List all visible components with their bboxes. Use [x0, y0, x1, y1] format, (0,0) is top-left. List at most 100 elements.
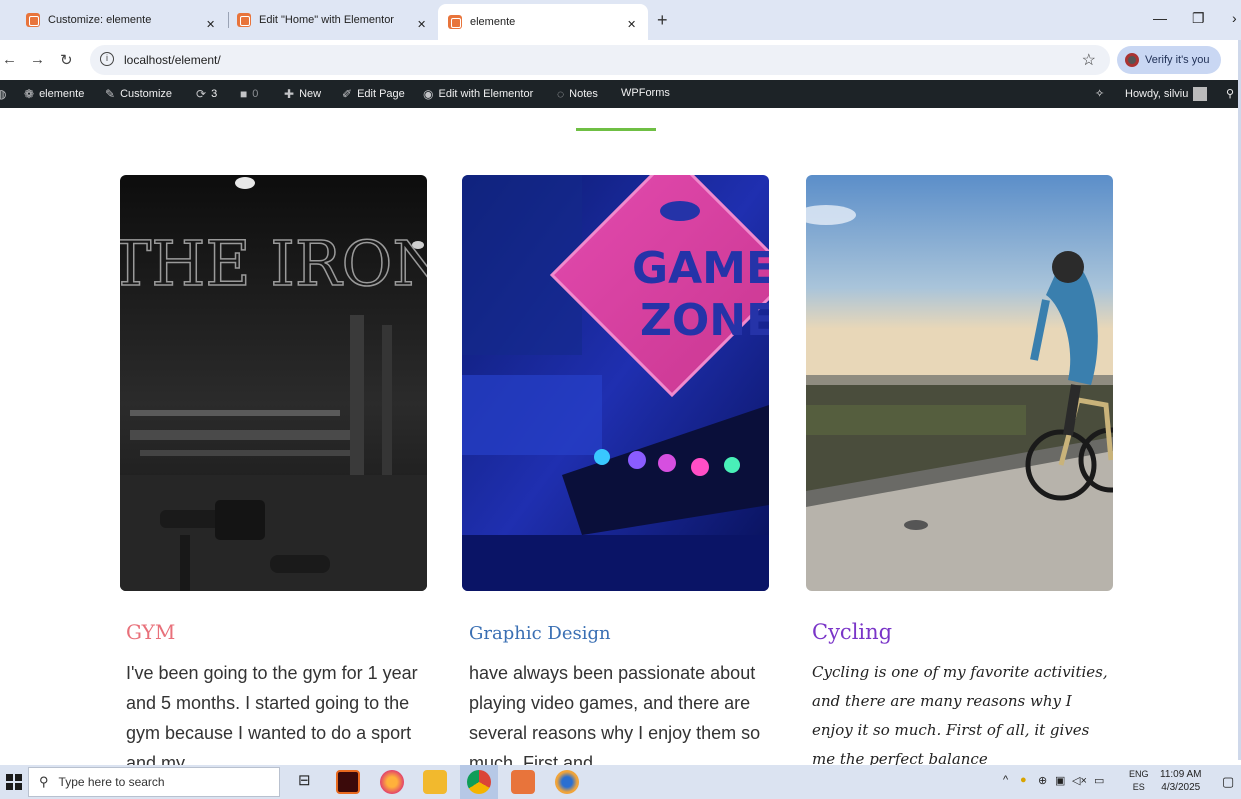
pencil-icon: ✐ [342, 87, 353, 101]
close-tab-icon[interactable]: ✕ [417, 12, 426, 36]
clock-date: 4/3/2025 [1161, 782, 1201, 793]
forward-icon[interactable]: → [30, 51, 45, 68]
tray-device-icon[interactable]: ⊕ [1038, 774, 1047, 787]
user-avatar [1193, 87, 1208, 101]
sparkle-icon[interactable]: ✧ [1095, 87, 1104, 100]
close-tab-icon[interactable]: ✕ [627, 12, 636, 36]
search-placeholder: Type here to search [58, 775, 165, 789]
tab-customize[interactable]: Customize: elemente [26, 8, 151, 32]
back-icon[interactable]: ← [2, 51, 17, 68]
windows-start-icon[interactable] [6, 774, 22, 790]
card-text-cycling: Cycling is one of my favorite activities… [812, 663, 1108, 766]
taskbar-clock[interactable]: 11:09 AM 4/3/2025 [1160, 768, 1202, 794]
admin-notes[interactable]: ◌ Notes [557, 87, 598, 101]
language-indicator[interactable]: ENG ES [1129, 768, 1149, 794]
edit-elementor-label: Edit with Elementor [438, 88, 534, 100]
restore-icon[interactable]: ❐ [1192, 10, 1205, 27]
wp-logo-icon[interactable]: ◍ [0, 87, 11, 101]
comments-count: 0 [252, 88, 259, 100]
gym-photo: THE IRON [120, 175, 427, 591]
tab-title: Edit "Home" with Elementor [259, 14, 394, 26]
firefox-app-icon[interactable] [380, 770, 404, 794]
admin-updates[interactable]: ⟳ 3 [196, 87, 217, 101]
notes-label: Notes [569, 88, 598, 100]
brush-icon: ✎ [105, 87, 116, 101]
tray-app-icon[interactable]: ● [1020, 774, 1027, 786]
network-icon[interactable]: ▭ [1094, 774, 1104, 787]
tab-separator [228, 12, 229, 28]
notifications-icon[interactable]: ▢ [1222, 774, 1234, 790]
new-tab-button[interactable]: + [657, 10, 668, 31]
admin-howdy[interactable]: Howdy, silviu [1125, 87, 1208, 101]
comment-icon: ■ [240, 87, 248, 101]
wp-admin-bar: ◍ ❁ elemente ✎ Customize ⟳ 3 ■ 0 ✚ New ✐… [0, 80, 1241, 108]
elementor-favicon-icon [26, 13, 40, 27]
address-bar[interactable]: i localhost/element/ ☆ [90, 45, 1110, 75]
illustrator-app-icon[interactable] [336, 770, 360, 794]
tray-window-icon[interactable]: ▣ [1055, 774, 1065, 787]
site-info-icon[interactable]: i [100, 52, 114, 66]
elementor-icon: ◉ [423, 87, 434, 101]
profile-avatar-icon [1125, 53, 1139, 67]
admin-comments[interactable]: ■ 0 [240, 87, 258, 101]
updates-count: 3 [211, 88, 218, 100]
svg-text:GAME: GAME [632, 243, 769, 294]
admin-new[interactable]: ✚ New [284, 87, 321, 101]
card-title-cycling: Cycling [812, 620, 893, 644]
volume-icon[interactable]: ◁× [1072, 774, 1087, 787]
site-name-label: elemente [39, 88, 85, 100]
file-explorer-icon[interactable] [423, 770, 447, 794]
browser-tab-strip: Customize: elemente ✕ Edit "Home" with E… [0, 0, 1241, 40]
app-icon[interactable] [555, 770, 579, 794]
windows-taskbar: ⚲ Type here to search ⊟ ^ ● ⊕ ▣ ◁× ▭ ENG… [0, 765, 1241, 799]
card-title-graphic-design: Graphic Design [469, 623, 611, 644]
customize-label: Customize [120, 88, 173, 100]
cycling-photo [806, 175, 1113, 591]
speech-bubble-icon: ◌ [557, 87, 565, 101]
howdy-label: Howdy, silviu [1125, 87, 1189, 100]
edit-page-label: Edit Page [357, 88, 405, 100]
admin-wpforms[interactable]: WPForms [621, 87, 670, 99]
plus-icon: ✚ [284, 87, 295, 101]
clock-time: 11:09 AM [1160, 769, 1202, 780]
tab-title: Customize: elemente [48, 14, 152, 26]
verify-profile-button[interactable]: Verify it's you [1117, 46, 1221, 74]
card-title-gym: GYM [126, 620, 176, 644]
bookmark-star-icon[interactable]: ☆ [1082, 50, 1096, 70]
search-icon: ⚲ [39, 774, 49, 789]
lang-bottom: ES [1132, 782, 1145, 792]
svg-text:ZONE: ZONE [640, 295, 769, 346]
updates-icon: ⟳ [196, 87, 207, 101]
elementor-favicon-icon [448, 15, 462, 29]
close-tab-icon[interactable]: ✕ [206, 12, 215, 36]
card-text-graphic-design: have always been passionate about playin… [469, 663, 761, 766]
admin-edit-elementor[interactable]: ◉ Edit with Elementor [423, 87, 533, 101]
tab-title: elemente [470, 16, 516, 28]
lang-top: ENG [1129, 769, 1149, 779]
svg-text:THE IRON: THE IRON [120, 227, 427, 300]
navigation-bar: ← → ↻ i localhost/element/ ☆ Verify it's… [0, 40, 1241, 80]
new-label: New [299, 88, 322, 100]
admin-site-name[interactable]: ❁ elemente [24, 87, 84, 101]
chrome-app-icon[interactable] [467, 770, 491, 794]
admin-search-icon[interactable]: ⚲ [1226, 87, 1234, 100]
minimize-icon[interactable]: — [1153, 10, 1167, 26]
section-divider [576, 128, 656, 131]
card-text-gym: I've been going to the gym for 1 year an… [126, 663, 418, 766]
tab-elemente-active[interactable]: elemente [438, 4, 648, 40]
admin-edit-page[interactable]: ✐ Edit Page [342, 87, 405, 101]
task-view-icon[interactable]: ⊟ [298, 771, 311, 789]
admin-customize[interactable]: ✎ Customize [105, 87, 172, 101]
taskbar-search-input[interactable]: ⚲ Type here to search [28, 767, 280, 797]
game-zone-photo: GAME ZONE [462, 175, 769, 591]
url-text: localhost/element/ [124, 53, 221, 67]
wpforms-label: WPForms [621, 87, 670, 99]
verify-label: Verify it's you [1145, 54, 1210, 66]
elementor-favicon-icon [237, 13, 251, 27]
close-window-icon[interactable]: › [1232, 10, 1237, 26]
dashboard-icon: ❁ [24, 87, 35, 101]
tab-edit-home[interactable]: Edit "Home" with Elementor [237, 8, 394, 32]
tray-chevron-icon[interactable]: ^ [1003, 774, 1008, 786]
xampp-app-icon[interactable] [511, 770, 535, 794]
reload-icon[interactable]: ↻ [60, 51, 73, 69]
